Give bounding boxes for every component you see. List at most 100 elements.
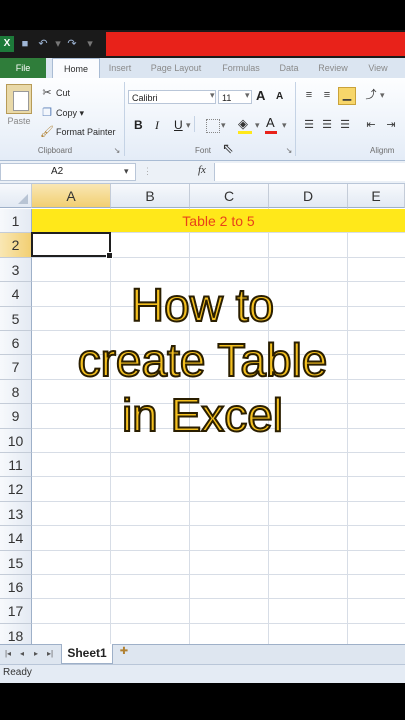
font-launcher-icon[interactable]: ↘	[284, 146, 294, 155]
font-size-dropdown-icon[interactable]: ▾	[245, 90, 250, 101]
row-header-12[interactable]: 12	[0, 477, 32, 502]
tab-page-layout[interactable]: Page Layout	[143, 58, 209, 78]
customize-qat-icon[interactable]: ▾	[84, 38, 96, 50]
overlay-line-3: in Excel	[121, 388, 284, 442]
borders-icon[interactable]	[206, 119, 220, 133]
clipboard-launcher-icon[interactable]: ↘	[112, 146, 122, 155]
overlay-line-1: How to	[130, 278, 275, 332]
redo-icon[interactable]: ↷	[66, 38, 78, 50]
gridline	[32, 622, 405, 624]
group-divider	[124, 82, 125, 156]
name-box-dropdown-icon[interactable]: ▾	[124, 166, 129, 177]
last-sheet-icon[interactable]: ▸|	[45, 648, 55, 660]
cut-icon[interactable]: ✂	[40, 86, 54, 100]
column-header-c[interactable]: C	[190, 184, 269, 208]
row-header-13[interactable]: 13	[0, 501, 32, 527]
font-name-select[interactable]: Calibri	[128, 90, 216, 104]
status-bar	[0, 664, 405, 683]
paste-icon[interactable]	[6, 84, 32, 114]
formula-bar-splitter[interactable]: ⋮	[143, 166, 153, 178]
gridline	[32, 476, 405, 478]
undo-dropdown-icon[interactable]: ▾	[52, 38, 64, 50]
gridline	[32, 549, 405, 551]
excel-window: X ■ ↶ ▾ ↷ ▾ File Home Insert Page Layout…	[0, 0, 405, 720]
row-header-16[interactable]: 16	[0, 575, 32, 600]
gridline	[32, 500, 405, 502]
font-group-label: Font	[194, 146, 211, 155]
gridline	[32, 574, 405, 575]
row-header-17[interactable]: 17	[0, 599, 32, 624]
borders-dropdown-icon[interactable]: ▾	[221, 120, 226, 131]
formula-input[interactable]	[214, 163, 405, 181]
orientation-icon[interactable]: ⤴	[364, 88, 378, 102]
column-header-a[interactable]: A	[32, 184, 111, 208]
font-color-icon[interactable]: A	[266, 115, 275, 130]
status-text: Ready	[3, 667, 32, 678]
prev-sheet-icon[interactable]: ◂	[17, 648, 27, 660]
row-header-15[interactable]: 15	[0, 550, 32, 575]
font-divider	[194, 116, 195, 132]
undo-icon[interactable]: ↶	[37, 38, 49, 50]
copy-icon[interactable]: ❐	[40, 106, 54, 120]
align-left-icon[interactable]: ☰	[302, 118, 316, 132]
column-header-b[interactable]: B	[111, 184, 190, 208]
tab-formulas[interactable]: Formulas	[212, 58, 270, 78]
name-box[interactable]: A2	[0, 163, 136, 181]
row-header-2[interactable]: 2	[0, 233, 32, 258]
gridline	[32, 525, 405, 527]
tab-insert[interactable]: Insert	[100, 58, 140, 78]
tab-view[interactable]: View	[360, 58, 396, 78]
mouse-cursor-icon: ⇖	[222, 140, 234, 156]
column-header-d[interactable]: D	[269, 184, 348, 208]
font-color-dropdown-icon[interactable]: ▾	[282, 120, 287, 131]
row-header-1[interactable]: 1	[0, 209, 32, 234]
align-bottom-icon[interactable]: ▁	[338, 87, 356, 105]
tab-data[interactable]: Data	[272, 58, 306, 78]
format-painter-icon[interactable]: 🖌	[40, 125, 54, 139]
fill-handle[interactable]	[106, 252, 113, 259]
sheet-tab-sheet1[interactable]: Sheet1	[61, 644, 113, 664]
clipboard-group-label: Clipboard	[37, 146, 73, 155]
excel-logo-icon: X	[0, 36, 14, 52]
decrease-indent-icon[interactable]: ⇤	[364, 118, 378, 132]
gridline	[32, 452, 405, 453]
increase-indent-icon[interactable]: ⇥	[384, 118, 398, 132]
row-header-14[interactable]: 14	[0, 526, 32, 551]
video-title-overlay: How to create Table in Excel	[0, 278, 405, 443]
save-icon[interactable]: ■	[19, 38, 31, 50]
format-painter-button[interactable]: Format Painter	[56, 127, 116, 137]
bold-button[interactable]: B	[134, 118, 143, 132]
cut-button[interactable]: Cut	[56, 88, 70, 98]
column-header-e[interactable]: E	[348, 184, 405, 208]
cell-a1[interactable]: Table 2 to 5	[32, 209, 405, 233]
align-right-icon[interactable]: ☰	[338, 118, 352, 132]
row-header-11[interactable]: 11	[0, 453, 32, 478]
paste-button-label[interactable]: Paste	[6, 116, 32, 126]
copy-button[interactable]: Copy ▾	[56, 108, 84, 119]
active-cell-a2[interactable]	[31, 232, 113, 259]
font-name-dropdown-icon[interactable]: ▾	[210, 90, 215, 101]
grow-font-icon[interactable]: A	[256, 88, 265, 103]
font-color-swatch	[265, 131, 277, 134]
align-middle-icon[interactable]: ≡	[320, 88, 334, 102]
group-divider	[295, 82, 296, 156]
next-sheet-icon[interactable]: ▸	[31, 648, 41, 660]
shrink-font-icon[interactable]: A	[276, 91, 283, 102]
insert-sheet-icon[interactable]: ✚	[115, 646, 133, 660]
select-all-corner[interactable]	[0, 184, 32, 208]
overlay-line-2: create Table	[77, 333, 329, 387]
underline-dropdown-icon[interactable]: ▾	[186, 120, 191, 131]
fill-color-swatch	[238, 131, 252, 134]
tab-file[interactable]: File	[0, 58, 46, 78]
fill-color-icon[interactable]: ◈	[238, 116, 248, 132]
tab-review[interactable]: Review	[308, 58, 358, 78]
italic-button[interactable]: I	[155, 118, 159, 133]
orientation-dropdown-icon[interactable]: ▾	[380, 90, 385, 101]
first-sheet-icon[interactable]: |◂	[3, 648, 13, 660]
insert-function-icon[interactable]: fx	[198, 164, 206, 176]
align-center-icon[interactable]: ☰	[320, 118, 334, 132]
tab-home[interactable]: Home	[52, 58, 100, 79]
align-top-icon[interactable]: ≡	[302, 88, 316, 102]
fill-color-dropdown-icon[interactable]: ▾	[255, 120, 260, 131]
underline-button[interactable]: U	[174, 118, 183, 132]
